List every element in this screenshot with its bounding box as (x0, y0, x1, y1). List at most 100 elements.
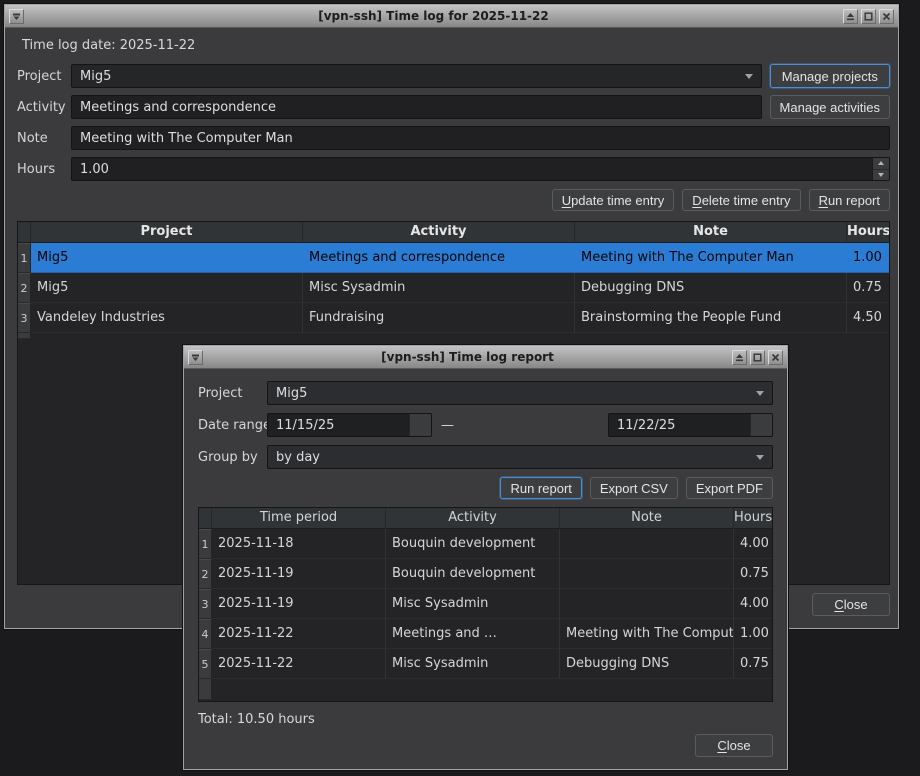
row-header[interactable]: 1 (199, 529, 212, 559)
cell-time-period: 2025-11-19 (212, 559, 386, 589)
cell-hours: 4.00 (734, 589, 772, 619)
cell-hours: 4.50 (847, 303, 889, 333)
cell-hours: 4.00 (734, 529, 772, 559)
hours-label: Hours (17, 162, 63, 177)
column-header-note[interactable]: Note (560, 508, 734, 528)
activity-input[interactable]: Meetings and correspondence (71, 95, 762, 119)
window-menu-button[interactable] (9, 9, 24, 24)
row-header[interactable]: 5 (199, 649, 212, 679)
manage-projects-button[interactable]: Manage projects (770, 64, 890, 88)
cell-hours: 1.00 (734, 619, 772, 649)
column-header-note[interactable]: Note (575, 222, 847, 242)
cell-project: Vandeley Industries (31, 303, 303, 333)
row-header[interactable]: 4 (199, 619, 212, 649)
close-window-button[interactable] (879, 9, 894, 24)
update-time-entry-button[interactable]: Update time entry (552, 189, 675, 211)
cell-note: Meeting with The Computer… (560, 619, 734, 649)
report-row[interactable]: 2 2025-11-19 Bouquin development 0.75 (199, 559, 772, 589)
window-menu-button[interactable] (188, 350, 203, 365)
table-row-selected[interactable]: 1 Mig5 Meetings and correspondence Meeti… (18, 243, 889, 273)
project-combobox[interactable]: Mig5 (71, 64, 762, 88)
column-header-hours[interactable]: Hours (847, 222, 889, 242)
table-corner-cell[interactable] (18, 222, 31, 242)
row-header[interactable]: 3 (18, 303, 31, 333)
row-header[interactable]: 2 (18, 273, 31, 303)
entry-form: Project Mig5 Manage projects Activity Me… (17, 64, 890, 181)
export-pdf-button[interactable]: Export PDF (686, 477, 773, 499)
group-by-value: by day (276, 450, 320, 465)
cell-note (560, 589, 734, 619)
report-row[interactable]: 3 2025-11-19 Misc Sysadmin 4.00 (199, 589, 772, 619)
table-row[interactable]: 3 Vandeley Industries Fundraising Brains… (18, 303, 889, 333)
report-project-value: Mig5 (276, 386, 307, 401)
column-header-time-period[interactable]: Time period (212, 508, 386, 528)
window-menu-icon (191, 353, 200, 362)
maximize-button[interactable] (861, 9, 876, 24)
date-from-combobox[interactable]: 11/15/25 (267, 413, 432, 437)
date-to-combobox[interactable]: 11/22/25 (608, 413, 773, 437)
dialog-titlebar[interactable]: [vpn-ssh] Time log report (184, 346, 787, 369)
group-by-label: Group by (198, 450, 267, 465)
row-header[interactable]: 2 (199, 559, 212, 589)
date-to-value: 11/22/25 (609, 418, 750, 433)
shade-button[interactable] (843, 9, 858, 24)
chevron-down-icon (756, 391, 764, 396)
report-project-combobox[interactable]: Mig5 (267, 381, 773, 405)
cell-activity: Meetings and … (386, 619, 560, 649)
row-header[interactable]: 3 (199, 589, 212, 619)
project-combobox-value: Mig5 (80, 69, 111, 84)
column-header-hours[interactable]: Hours (734, 508, 772, 528)
close-icon (882, 12, 891, 21)
report-table: Time period Activity Note Hours 1 2025-1… (198, 507, 773, 702)
report-row[interactable]: 4 2025-11-22 Meetings and … Meeting with… (199, 619, 772, 649)
note-input[interactable]: Meeting with The Computer Man (71, 126, 890, 150)
cell-hours: 0.75 (847, 273, 889, 303)
report-row[interactable]: 1 2025-11-18 Bouquin development 4.00 (199, 529, 772, 559)
column-header-project[interactable]: Project (31, 222, 303, 242)
dialog-close-button[interactable]: Close (695, 734, 773, 757)
main-titlebar[interactable]: [vpn-ssh] Time log for 2025-11-22 (5, 5, 898, 28)
close-window-button[interactable] (768, 350, 783, 365)
cell-activity: Misc Sysadmin (303, 273, 575, 303)
report-form: Project Mig5 Date range 11/15/25 — 11/22… (198, 381, 773, 469)
chevron-down-icon (745, 74, 753, 79)
activity-input-value: Meetings and correspondence (80, 100, 276, 115)
column-header-activity[interactable]: Activity (386, 508, 560, 528)
hours-spinbox[interactable]: 1.00 (71, 157, 890, 181)
maximize-icon (753, 353, 762, 362)
cell-activity: Fundraising (303, 303, 575, 333)
note-input-value: Meeting with The Computer Man (80, 131, 293, 146)
date-range-label: Date range (198, 418, 267, 433)
cell-activity: Misc Sysadmin (386, 649, 560, 679)
spin-up-button[interactable] (873, 158, 889, 170)
spin-down-button[interactable] (873, 170, 889, 181)
cell-activity: Bouquin development (386, 529, 560, 559)
export-csv-button[interactable]: Export CSV (590, 477, 678, 499)
hours-spinbox-value: 1.00 (72, 162, 872, 177)
dialog-run-report-button[interactable]: Run report (500, 477, 581, 499)
close-button[interactable]: Close (812, 593, 890, 616)
window-menu-icon (12, 12, 21, 21)
table-row[interactable]: 2 Mig5 Misc Sysadmin Debugging DNS 0.75 (18, 273, 889, 303)
cell-note: Debugging DNS (575, 273, 847, 303)
cell-project: Mig5 (31, 243, 303, 273)
cell-note (560, 559, 734, 589)
shade-button[interactable] (732, 350, 747, 365)
maximize-button[interactable] (750, 350, 765, 365)
date-to-dropdown-button[interactable] (750, 414, 772, 436)
maximize-icon (864, 12, 873, 21)
run-report-button[interactable]: Run report (809, 189, 890, 211)
table-corner-cell[interactable] (199, 508, 212, 528)
row-header[interactable]: 1 (18, 243, 31, 273)
note-label: Note (17, 131, 63, 146)
manage-activities-button[interactable]: Manage activities (770, 95, 890, 119)
date-from-dropdown-button[interactable] (409, 414, 431, 436)
report-row[interactable]: 5 2025-11-22 Misc Sysadmin Debugging DNS… (199, 649, 772, 679)
activity-label: Activity (17, 100, 63, 115)
group-by-combobox[interactable]: by day (267, 445, 773, 469)
project-label: Project (17, 69, 63, 84)
table-header-row: Project Activity Note Hours (18, 222, 889, 243)
shade-icon (846, 12, 855, 21)
delete-time-entry-button[interactable]: Delete time entry (682, 189, 800, 211)
column-header-activity[interactable]: Activity (303, 222, 575, 242)
